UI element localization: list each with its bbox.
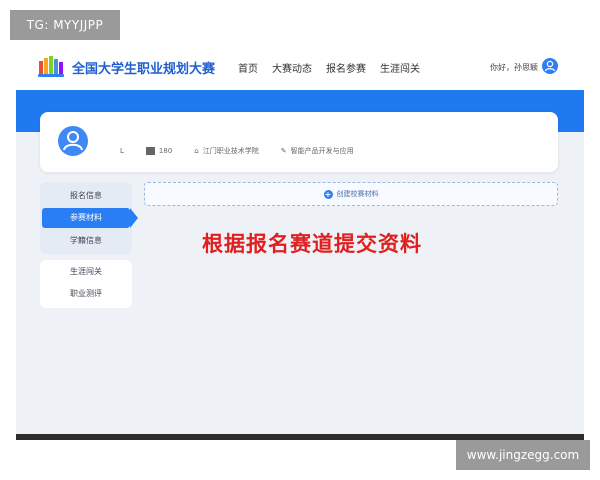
user-greeting: 你好，孙思颖 <box>490 63 538 72</box>
create-materials-label: 创建校赛材料 <box>336 190 379 198</box>
sidebar-item-registration-info[interactable]: 报名信息 <box>40 186 132 206</box>
nav-item-home[interactable]: 首页 <box>238 60 258 75</box>
school-icon: ⌂ <box>194 147 199 155</box>
watermark-top-left: TG: MYYJJPP <box>10 10 120 40</box>
sidebar-item-student-status[interactable]: 学籍信息 <box>40 231 132 251</box>
profile-school-text: 江门职业技术学院 <box>202 147 259 155</box>
sidebar-item-career-test[interactable]: 职业测评 <box>40 284 132 304</box>
user-avatar-icon[interactable] <box>542 58 558 74</box>
profile-card: L 180 ⌂ 江门职业技术学院 ✎ 智能产品开发与应用 <box>40 112 558 172</box>
main-nav: 首页 大赛动态 报名参赛 生涯闯关 <box>238 60 420 75</box>
create-materials-button[interactable]: + 创建校赛材料 <box>144 182 558 206</box>
books-logo-icon <box>38 56 64 77</box>
profile-id: 180 <box>145 147 173 155</box>
nav-item-career-challenge[interactable]: 生涯闯关 <box>380 60 420 75</box>
nav-item-register[interactable]: 报名参赛 <box>326 60 366 75</box>
app-window: 全国大学生职业规划大赛 首页 大赛动态 报名参赛 生涯闯关 你好，孙思颖 L 1… <box>16 42 584 440</box>
watermark-bottom-right: www.jingzegg.com <box>456 440 590 470</box>
sidebar-item-materials[interactable]: 参赛材料 <box>42 208 130 228</box>
sidebar-menu: 报名信息 参赛材料 学籍信息 <box>40 182 138 254</box>
site-title: 全国大学生职业规划大赛 <box>72 62 216 77</box>
profile-avatar-icon <box>58 126 88 156</box>
profile-name: L <box>120 147 124 155</box>
active-indicator-arrow <box>130 208 138 228</box>
sidebar-secondary-menu: 生涯闯关 职业测评 <box>40 260 132 308</box>
top-navigation-bar: 全国大学生职业规划大赛 首页 大赛动态 报名参赛 生涯闯关 你好，孙思颖 <box>16 42 584 90</box>
sidebar-item-career-challenge[interactable]: 生涯闯关 <box>40 262 132 282</box>
profile-id-text: 180 <box>158 147 173 155</box>
profile-info-row: L 180 ⌂ 江门职业技术学院 ✎ 智能产品开发与应用 <box>120 146 354 156</box>
profile-track: ✎ 智能产品开发与应用 <box>281 146 354 156</box>
nav-item-news[interactable]: 大赛动态 <box>272 60 312 75</box>
profile-track-text: 智能产品开发与应用 <box>290 147 354 155</box>
track-icon: ✎ <box>280 147 287 155</box>
profile-school: ⌂ 江门职业技术学院 <box>194 146 258 156</box>
annotation-text: 根据报名赛道提交资料 <box>202 232 422 256</box>
id-card-icon <box>145 147 155 155</box>
plus-icon: + <box>323 189 333 199</box>
